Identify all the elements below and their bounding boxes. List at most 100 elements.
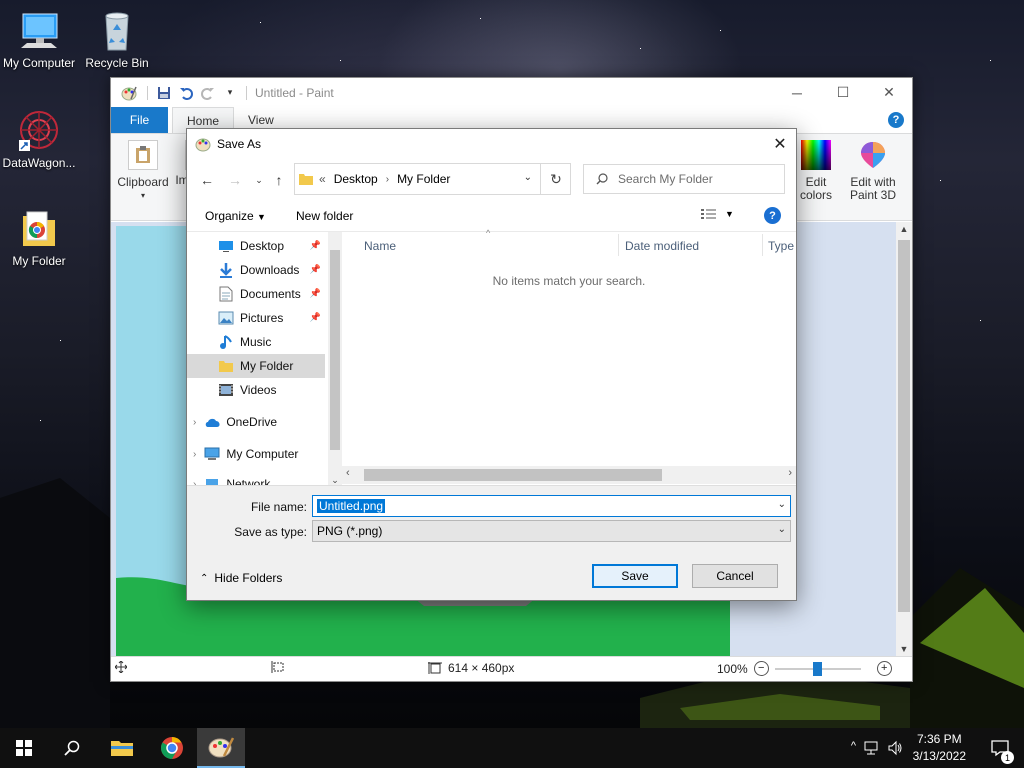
videos-icon (218, 382, 234, 398)
nav-scrollbar[interactable]: ⌄ (328, 232, 342, 486)
start-button[interactable] (0, 728, 48, 768)
chevron-down-icon[interactable]: ⌄ (778, 499, 786, 510)
up-button[interactable]: ↑ (269, 171, 289, 189)
nav-item-documents[interactable]: Documents 📌 (187, 282, 325, 306)
zoom-slider[interactable] (774, 661, 861, 676)
column-separator (618, 234, 619, 256)
download-icon (218, 262, 234, 278)
change-view-button[interactable]: ▼ (701, 208, 734, 220)
clipboard-group[interactable]: Clipboard ▾ (117, 140, 169, 202)
nav-item-desktop[interactable]: Desktop 📌 (187, 234, 325, 258)
help-icon[interactable]: ? (888, 112, 904, 128)
folder-icon (17, 206, 61, 252)
search-button[interactable] (48, 728, 96, 768)
undo-icon[interactable] (176, 83, 196, 103)
file-name-input[interactable]: Untitled.png ⌄ (312, 495, 791, 517)
clock[interactable]: 7:36 PM 3/13/2022 (913, 731, 966, 765)
expand-chevron-icon[interactable]: › (193, 449, 196, 460)
taskbar-file-explorer[interactable] (98, 728, 146, 768)
chevron-down-icon[interactable]: ⌄ (778, 524, 786, 535)
nav-label: Pictures (240, 311, 284, 325)
column-header-type[interactable]: Type (768, 236, 796, 256)
search-placeholder: Search My Folder (618, 172, 713, 186)
help-icon[interactable]: ? (764, 207, 781, 224)
recent-locations-button[interactable]: ⌄ (249, 171, 269, 189)
sort-ascending-icon: ^ (486, 228, 491, 238)
zoom-slider-thumb[interactable] (812, 661, 822, 676)
navigation-bar: ← → ⌄ ↑ « Desktop › My Folder ⌄ ↻ Search… (187, 159, 796, 199)
save-button[interactable]: Save (592, 564, 678, 588)
address-bar[interactable]: « Desktop › My Folder ⌄ (294, 163, 571, 195)
clipboard-label: Clipboard (117, 175, 169, 189)
column-header-name[interactable]: Name (364, 236, 396, 256)
scroll-thumb[interactable] (898, 240, 910, 612)
paint-app-icon[interactable] (119, 83, 139, 103)
show-hidden-icons-icon[interactable]: ^ (851, 740, 856, 752)
nav-item-network[interactable]: › Network (187, 472, 325, 486)
forward-button[interactable]: → (225, 171, 245, 189)
nav-item-downloads[interactable]: Downloads 📌 (187, 258, 325, 282)
scroll-thumb[interactable] (330, 250, 340, 450)
file-name-value: Untitled.png (317, 499, 386, 513)
organize-menu[interactable]: Organize ▼ (205, 209, 266, 223)
horizontal-scrollbar[interactable]: ‹ › (342, 466, 796, 484)
search-input[interactable]: Search My Folder (583, 164, 785, 194)
nav-label: Documents (240, 287, 301, 301)
zoom-out-button[interactable]: − (753, 661, 769, 676)
chevron-up-icon: ⌃ (200, 572, 209, 584)
close-button[interactable]: ✕ (866, 78, 912, 107)
taskbar: ^ 7:36 PM 3/13/2022 1 (0, 728, 1024, 768)
hide-folders-button[interactable]: ⌃ Hide Folders (200, 571, 282, 585)
cancel-button[interactable]: Cancel (692, 564, 778, 588)
back-button[interactable]: ← (197, 171, 217, 189)
edit-colors-button[interactable]: Edit colors (791, 140, 841, 202)
vertical-scrollbar[interactable]: ▲ ▼ (896, 222, 912, 656)
desktop-icon-my-computer[interactable]: My Computer (1, 8, 77, 70)
star (40, 420, 41, 421)
scroll-right-icon[interactable]: › (788, 467, 792, 479)
breadcrumb-separator-icon[interactable]: › (386, 174, 389, 185)
edit-colors-label: Edit colors (799, 175, 832, 202)
edit-with-paint3d-button[interactable]: Edit with Paint 3D (843, 140, 903, 202)
refresh-button[interactable]: ↻ (540, 163, 571, 195)
nav-item-pictures[interactable]: Pictures 📌 (187, 306, 325, 330)
nav-item-my-folder[interactable]: My Folder (187, 354, 325, 378)
nav-label: Videos (240, 383, 277, 397)
notification-badge: 1 (1001, 751, 1014, 764)
star (60, 340, 61, 341)
minimize-button[interactable]: ─ (774, 78, 820, 107)
network-status-icon[interactable] (863, 740, 879, 759)
nav-item-onedrive[interactable]: › OneDrive (187, 410, 325, 434)
breadcrumb-desktop[interactable]: Desktop (334, 172, 378, 186)
pin-icon: 📌 (309, 264, 321, 274)
taskbar-paint[interactable] (197, 728, 245, 768)
taskbar-chrome[interactable] (148, 728, 196, 768)
customize-toolbar-icon[interactable]: ▾ (220, 83, 240, 103)
documents-icon (218, 286, 234, 302)
paint3d-icon (858, 140, 888, 170)
redo-icon[interactable] (198, 83, 218, 103)
save-icon[interactable] (154, 83, 174, 103)
desktop-icon-recycle-bin[interactable]: Recycle Bin (79, 8, 155, 70)
nav-item-videos[interactable]: Videos (187, 378, 325, 402)
maximize-button[interactable]: ☐ (820, 78, 866, 107)
nav-item-music[interactable]: Music (187, 330, 325, 354)
address-overflow[interactable]: « (319, 172, 326, 186)
save-as-type-select[interactable]: PNG (*.png) ⌄ (312, 520, 791, 542)
column-header-date-modified[interactable]: Date modified (625, 236, 699, 256)
nav-item-my-computer[interactable]: › My Computer (187, 442, 325, 466)
hide-folders-label: Hide Folders (214, 571, 283, 585)
desktop-icon-my-folder[interactable]: My Folder (1, 206, 77, 268)
tab-file[interactable]: File (111, 107, 168, 133)
volume-icon[interactable] (887, 740, 903, 759)
address-dropdown-icon[interactable]: ⌄ (524, 172, 532, 183)
dialog-close-button[interactable]: ✕ (764, 129, 796, 159)
breadcrumb-my-folder[interactable]: My Folder (397, 172, 450, 186)
scroll-left-icon[interactable]: ‹ (346, 467, 350, 479)
new-folder-button[interactable]: New folder (296, 209, 353, 223)
zoom-in-button[interactable]: + (876, 661, 892, 676)
expand-chevron-icon[interactable]: › (193, 417, 196, 428)
action-center-button[interactable]: 1 (990, 738, 1014, 764)
desktop-icon-datawagon[interactable]: DataWagon... (1, 108, 77, 170)
scroll-thumb[interactable] (364, 469, 662, 481)
